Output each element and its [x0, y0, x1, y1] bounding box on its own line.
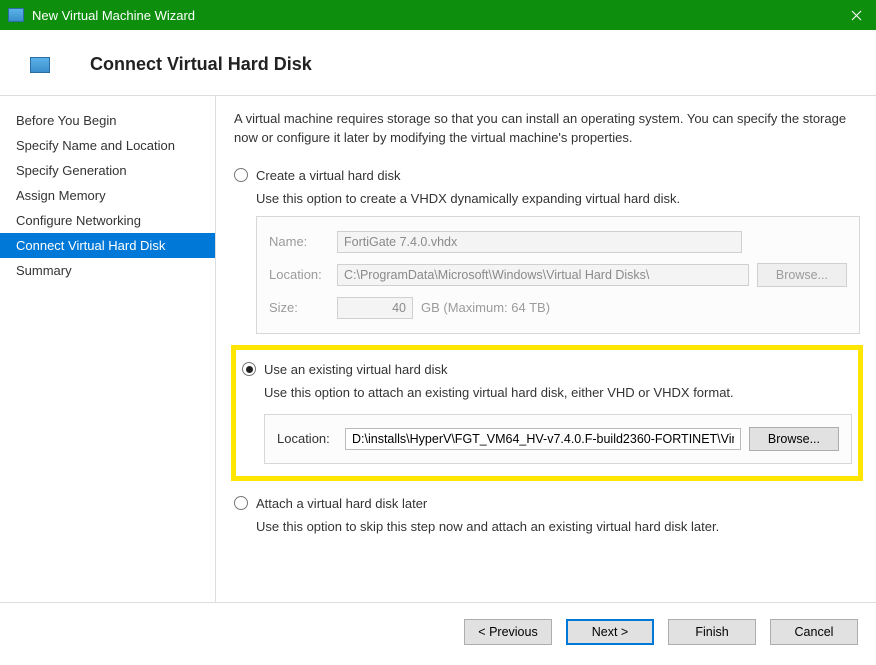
- radio-attach-later[interactable]: [234, 496, 248, 510]
- previous-button[interactable]: < Previous: [464, 619, 552, 645]
- existing-location-label: Location:: [277, 431, 337, 446]
- radio-existing-vhd[interactable]: [242, 362, 256, 376]
- window-title: New Virtual Machine Wizard: [32, 8, 836, 23]
- finish-button[interactable]: Finish: [668, 619, 756, 645]
- intro-text: A virtual machine requires storage so th…: [234, 110, 860, 148]
- titlebar: New Virtual Machine Wizard: [0, 0, 876, 30]
- page-header: Connect Virtual Hard Disk: [0, 30, 876, 95]
- option-later-desc: Use this option to skip this step now an…: [256, 519, 860, 534]
- step-connect-vhd[interactable]: Connect Virtual Hard Disk: [0, 233, 215, 258]
- cancel-button[interactable]: Cancel: [770, 619, 858, 645]
- footer-buttons: < Previous Next > Finish Cancel: [0, 602, 876, 665]
- create-size-suffix: GB (Maximum: 64 TB): [421, 300, 550, 315]
- main-content: A virtual machine requires storage so th…: [216, 96, 876, 602]
- create-location-input: [337, 264, 749, 286]
- option-create-vhd: Create a virtual hard disk Use this opti…: [234, 166, 860, 334]
- body: Before You Begin Specify Name and Locati…: [0, 96, 876, 602]
- step-before-you-begin[interactable]: Before You Begin: [0, 108, 215, 133]
- step-assign-memory[interactable]: Assign Memory: [0, 183, 215, 208]
- option-create-body: Name: Location: Browse... Size: GB (Maxi…: [256, 216, 860, 334]
- option-existing-vhd: Use an existing virtual hard disk Use th…: [234, 348, 860, 478]
- app-icon: [8, 8, 24, 22]
- create-browse-button: Browse...: [757, 263, 847, 287]
- monitor-icon: [30, 57, 50, 73]
- create-size-label: Size:: [269, 300, 329, 315]
- create-size-input: [337, 297, 413, 319]
- option-create-desc: Use this option to create a VHDX dynamic…: [256, 191, 860, 206]
- close-button[interactable]: [836, 0, 876, 30]
- create-location-label: Location:: [269, 267, 329, 282]
- close-icon: [851, 10, 862, 21]
- option-later-label: Attach a virtual hard disk later: [256, 496, 427, 511]
- create-name-label: Name:: [269, 234, 329, 249]
- option-existing-desc: Use this option to attach an existing vi…: [264, 385, 860, 400]
- wizard-window: New Virtual Machine Wizard Connect Virtu…: [0, 0, 876, 665]
- step-summary[interactable]: Summary: [0, 258, 215, 283]
- option-attach-later: Attach a virtual hard disk later Use thi…: [234, 494, 860, 534]
- option-create-label: Create a virtual hard disk: [256, 168, 401, 183]
- page-title: Connect Virtual Hard Disk: [90, 54, 312, 75]
- existing-browse-button[interactable]: Browse...: [749, 427, 839, 451]
- step-specify-name[interactable]: Specify Name and Location: [0, 133, 215, 158]
- radio-create-vhd[interactable]: [234, 168, 248, 182]
- existing-location-input[interactable]: [345, 428, 741, 450]
- option-existing-label: Use an existing virtual hard disk: [264, 362, 448, 377]
- wizard-steps-sidebar: Before You Begin Specify Name and Locati…: [0, 96, 216, 602]
- step-specify-generation[interactable]: Specify Generation: [0, 158, 215, 183]
- step-configure-networking[interactable]: Configure Networking: [0, 208, 215, 233]
- option-existing-body: Location: Browse...: [264, 414, 852, 464]
- next-button[interactable]: Next >: [566, 619, 654, 645]
- create-name-input: [337, 231, 742, 253]
